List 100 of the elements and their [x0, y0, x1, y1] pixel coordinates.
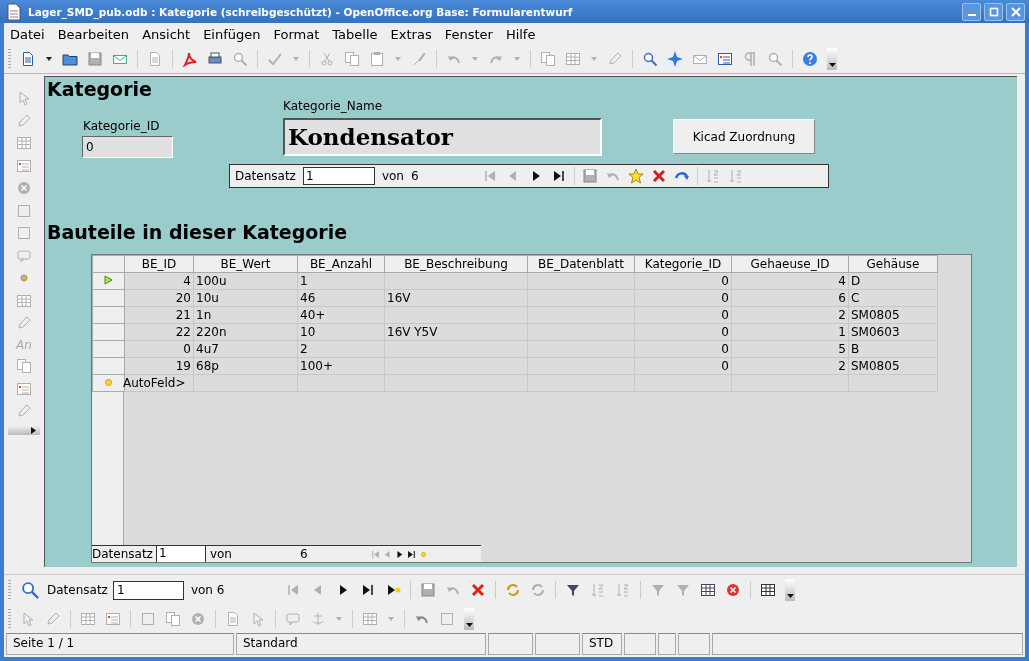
magnifier-icon[interactable]	[20, 580, 40, 600]
circle-x-icon[interactable]	[725, 582, 742, 598]
magnifier-icon[interactable]	[642, 51, 658, 67]
pilcrow-icon[interactable]	[742, 51, 758, 67]
copy-icon[interactable]	[344, 51, 360, 67]
menu-item[interactable]: Extras	[390, 26, 432, 42]
table-icon[interactable]	[760, 582, 777, 598]
pdf-icon[interactable]	[182, 51, 198, 67]
pen-icon[interactable]	[16, 315, 32, 331]
table-cell: 2	[731, 306, 849, 324]
refresh-icon[interactable]	[505, 582, 522, 598]
table-cell: 16V Y5V	[384, 323, 528, 341]
maximize-button[interactable]	[984, 2, 1003, 21]
brush-icon[interactable]	[411, 51, 427, 67]
table-cell: 19	[124, 357, 194, 375]
kicad-button[interactable]: Kicad Zuordnung	[673, 119, 815, 154]
cursor-icon[interactable]	[20, 611, 36, 627]
first-icon[interactable]	[369, 548, 381, 560]
column-header[interactable]: BE_Beschreibung	[384, 255, 528, 273]
pen-icon[interactable]	[16, 403, 32, 419]
sort-icon[interactable]	[704, 168, 721, 184]
minimize-button[interactable]	[962, 2, 981, 21]
status-cell	[678, 633, 710, 655]
column-header[interactable]: Gehäuse	[848, 255, 938, 273]
sort-icon[interactable]	[727, 168, 744, 184]
arrow-icon	[31, 426, 36, 434]
star-icon[interactable]	[627, 168, 644, 184]
clipboard-icon[interactable]	[369, 51, 385, 67]
overflow-button[interactable]	[827, 48, 837, 70]
square-icon[interactable]	[16, 225, 32, 241]
of-label: von	[381, 169, 404, 183]
document-icon	[6, 2, 22, 21]
name-field[interactable]: Kondensator	[283, 118, 602, 156]
toolbar-handle[interactable]	[8, 580, 11, 600]
magnifier-icon[interactable]	[767, 51, 783, 67]
bubble-icon[interactable]	[16, 247, 32, 264]
help-icon[interactable]	[802, 51, 818, 67]
printer-icon[interactable]	[207, 51, 223, 67]
table-cell: 40+	[297, 306, 385, 324]
column-header[interactable]: BE_Datenblatt	[527, 255, 635, 273]
pages-icon[interactable]	[540, 51, 556, 67]
menu-item[interactable]: Einfügen	[203, 26, 261, 42]
record-field[interactable]: 1	[112, 580, 184, 600]
square-icon[interactable]	[16, 202, 32, 219]
table-icon[interactable]	[700, 582, 717, 598]
page-icon[interactable]	[20, 51, 36, 67]
close-button[interactable]	[1006, 2, 1025, 21]
last-icon[interactable]	[405, 548, 417, 560]
id-field[interactable]: 0	[82, 136, 173, 158]
delete-icon[interactable]	[470, 582, 487, 598]
filter-icon[interactable]	[565, 582, 582, 598]
toolbar-handle[interactable]	[8, 49, 11, 69]
bubble-icon[interactable]	[285, 611, 301, 627]
square-icon[interactable]	[439, 611, 455, 627]
pen-icon[interactable]	[16, 112, 32, 129]
current-row-icon	[104, 275, 113, 285]
refresh-icon[interactable]	[530, 582, 547, 598]
menu-item[interactable]: Format	[273, 26, 320, 42]
mode-status: STD	[582, 633, 622, 655]
new-record-icon[interactable]	[385, 582, 402, 598]
table-cell: 2	[731, 357, 849, 375]
record-field[interactable]: 1	[155, 546, 206, 562]
toolbar-handle[interactable]	[8, 609, 11, 629]
scroll-arrow-button[interactable]	[8, 425, 40, 435]
overflow-button[interactable]	[464, 608, 474, 630]
delete-icon[interactable]	[650, 168, 667, 184]
record-field[interactable]: 1	[302, 167, 375, 185]
column-header[interactable]: BE_Wert	[193, 255, 298, 273]
pen-icon[interactable]	[45, 611, 61, 627]
table-cell: SM0805	[848, 357, 938, 375]
pages-icon[interactable]	[165, 611, 181, 627]
column-header[interactable]: BE_ID	[124, 255, 194, 273]
pages-icon[interactable]	[16, 358, 32, 374]
folder-icon[interactable]	[62, 51, 78, 67]
column-header[interactable]: Gehaeuse_ID	[731, 255, 849, 273]
table-cell: 4	[731, 272, 849, 290]
table-cell: 22	[124, 323, 194, 341]
circle-x-icon[interactable]	[190, 611, 206, 627]
menu-item[interactable]: Datei	[10, 26, 45, 42]
scissors-icon[interactable]	[319, 51, 335, 67]
overflow-button[interactable]	[785, 579, 796, 601]
list-window-icon[interactable]	[717, 51, 733, 67]
menu-item[interactable]: Bearbeiten	[57, 26, 130, 42]
menu-item[interactable]: Hilfe	[505, 26, 536, 42]
menu-item[interactable]: Ansicht	[142, 26, 191, 42]
sparkle-icon[interactable]	[667, 51, 683, 67]
magnifier-icon[interactable]	[232, 51, 248, 67]
cursor-icon[interactable]	[16, 90, 32, 106]
menu-item[interactable]: Tabelle	[332, 26, 378, 42]
pen-icon[interactable]	[607, 51, 623, 67]
column-header[interactable]: Kategorie_ID	[634, 255, 732, 273]
record-label: Datensatz	[235, 169, 296, 183]
column-header[interactable]: BE_Anzahl	[297, 255, 385, 273]
maximize-icon	[988, 6, 999, 17]
table-cell: 0	[634, 323, 732, 341]
square-icon[interactable]	[140, 611, 156, 627]
cursor-icon[interactable]	[250, 611, 266, 627]
menu-item[interactable]: Fenster	[444, 26, 493, 42]
circle-x-icon[interactable]	[16, 180, 32, 196]
anchor-icon[interactable]	[310, 611, 326, 627]
